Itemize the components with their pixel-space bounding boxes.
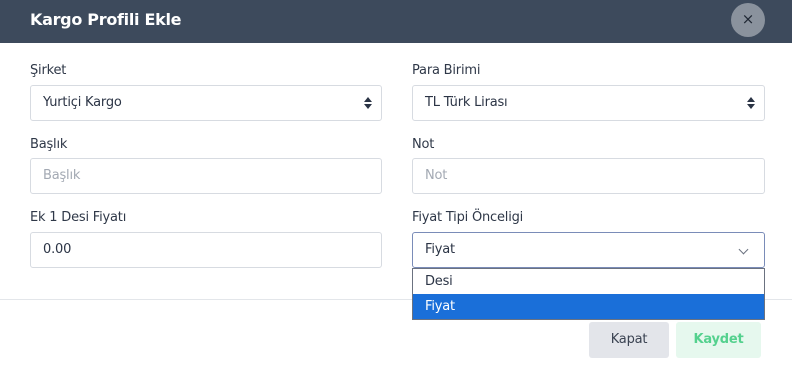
extra-desi-price-label: Ek 1 Desi Fiyatı xyxy=(30,210,127,225)
price-type-priority-label: Fiyat Tipi Önceligi xyxy=(412,210,524,225)
title-label: Başlık xyxy=(30,137,68,152)
sort-arrows-icon xyxy=(364,96,372,110)
modal-title: Kargo Profili Ekle xyxy=(30,10,182,29)
currency-select-value: TL Türk Lirası xyxy=(425,95,508,110)
note-label: Not xyxy=(412,137,435,152)
company-select-value: Yurtiçi Kargo xyxy=(43,95,122,110)
company-label: Şirket xyxy=(30,63,67,78)
dropdown-option-desi[interactable]: Desi xyxy=(413,269,764,294)
currency-select[interactable]: TL Türk Lirası xyxy=(412,85,765,121)
title-input[interactable]: Başlık xyxy=(30,158,382,194)
price-type-priority-select[interactable]: Fiyat xyxy=(412,232,765,268)
sort-arrows-icon xyxy=(747,96,755,110)
dropdown-option-fiyat[interactable]: Fiyat xyxy=(413,294,764,319)
close-button[interactable]: Kapat xyxy=(589,322,669,358)
currency-label: Para Birimi xyxy=(412,63,481,78)
extra-desi-price-input[interactable]: 0.00 xyxy=(30,232,382,268)
chevron-down-icon xyxy=(738,244,749,255)
close-icon[interactable]: × xyxy=(731,3,765,37)
save-button[interactable]: Kaydet xyxy=(676,322,761,358)
price-type-priority-dropdown: Desi Fiyat xyxy=(412,268,765,320)
price-type-priority-value: Fiyat xyxy=(425,242,455,257)
company-select[interactable]: Yurtiçi Kargo xyxy=(30,85,382,121)
note-input[interactable]: Not xyxy=(412,158,765,194)
modal-header: Kargo Profili Ekle × xyxy=(0,0,792,43)
